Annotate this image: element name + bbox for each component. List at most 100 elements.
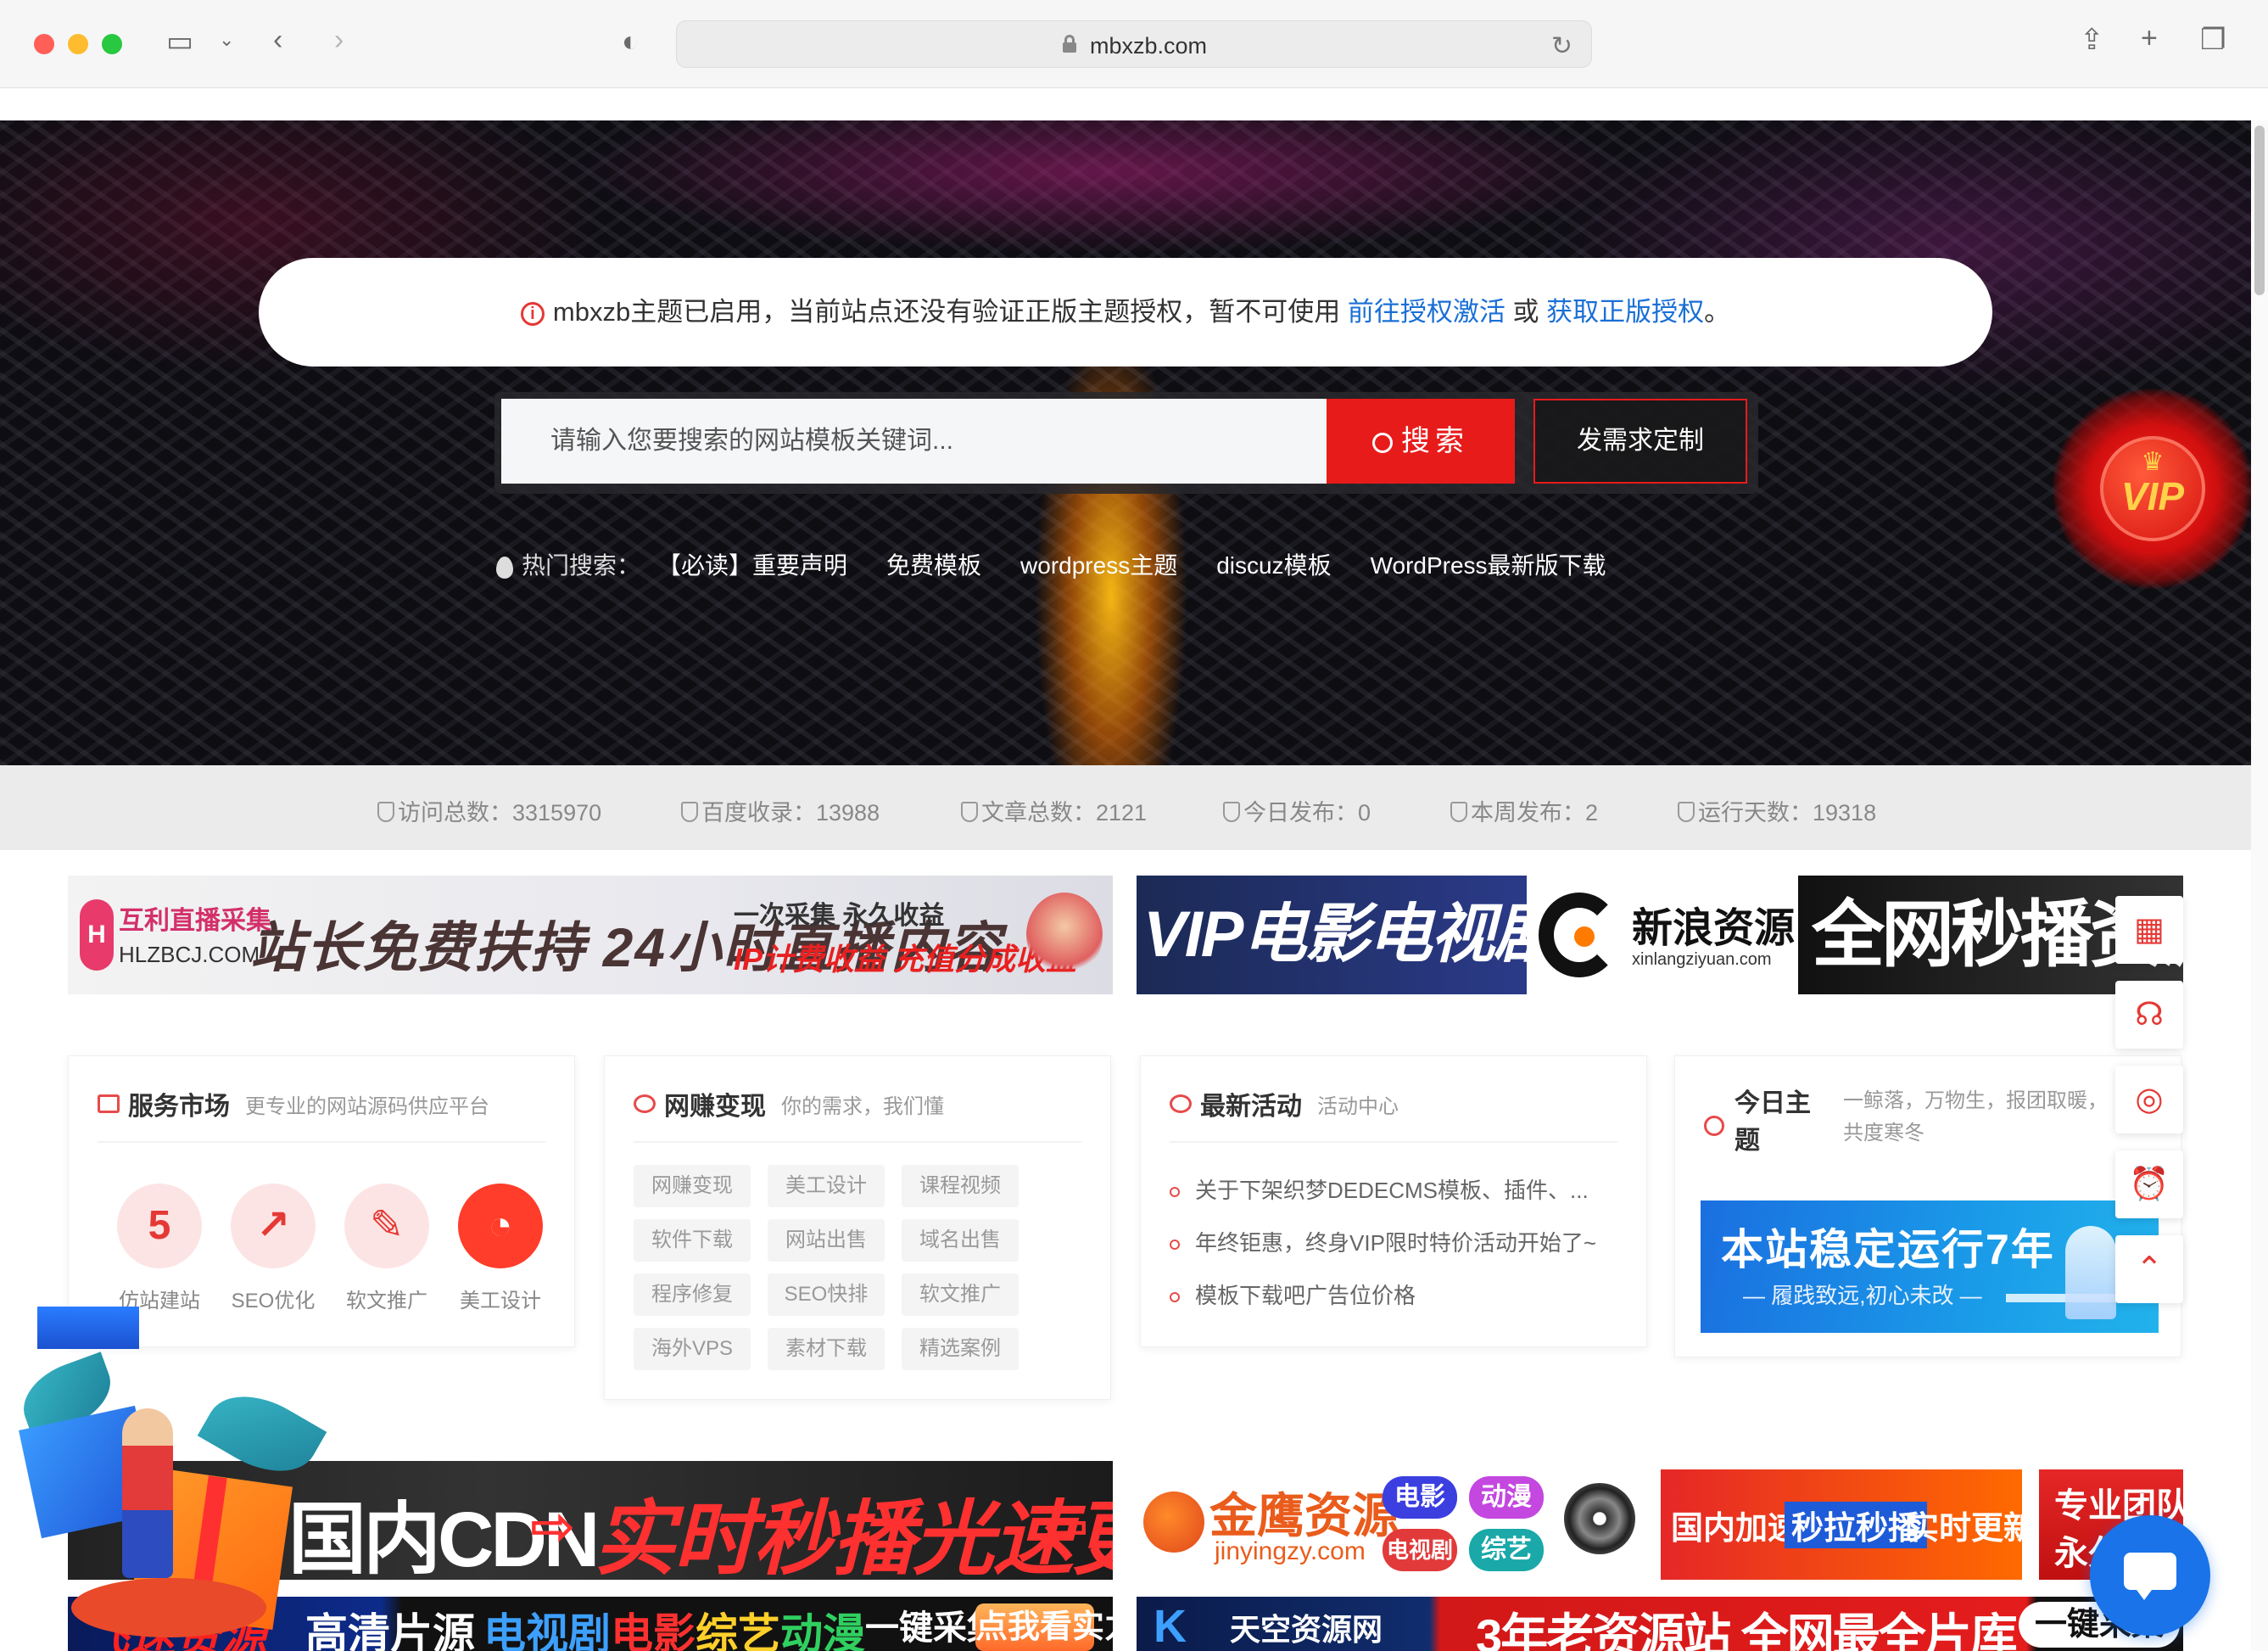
ad-feature: 国内加速 <box>1671 1511 1801 1547</box>
ad-banner-tiankong[interactable]: K 天空资源网 3年老资源站 全网最全片库 一键采集 <box>1137 1597 2183 1651</box>
ad-banner-xinlang[interactable]: VIP电影电视剧欧美剧 新浪资源 xinlangziyuan.com 全网秒播资… <box>1137 876 2183 994</box>
tag[interactable]: 网站出售 <box>768 1219 885 1262</box>
chevron-down-icon[interactable]: ⌄ <box>219 31 234 49</box>
gift-decoration[interactable] <box>12 1307 327 1646</box>
activity-item[interactable]: 模板下载吧广告位价格 <box>1170 1279 1416 1310</box>
tag[interactable]: 课程视频 <box>902 1165 1019 1207</box>
scrollbar-thumb[interactable] <box>2254 126 2265 295</box>
calendar-button[interactable]: ▦ <box>2115 896 2183 964</box>
calendar-icon: ▦ <box>2134 912 2165 948</box>
hot-search-tag[interactable]: 【必读】重要声明 <box>669 552 847 579</box>
forward-icon[interactable]: › <box>334 25 344 54</box>
tag[interactable]: 精选案例 <box>902 1328 1019 1370</box>
bullet-icon <box>1170 1292 1180 1303</box>
url-text: mbxzb.com <box>1090 33 1208 59</box>
card-activity: 最新活动 活动中心 关于下架织梦DEDECMS模板、插件、... 年终钜惠，终身V… <box>1140 1055 1647 1347</box>
search-button[interactable]: 搜索 <box>1327 399 1515 484</box>
lock-icon <box>1063 35 1076 53</box>
ad-feature-strip: 国内加速 秒拉秒播 实时更新 <box>1661 1469 2036 1580</box>
custom-request-button[interactable]: 发需求定制 <box>1533 399 1747 484</box>
new-tab-icon[interactable]: + <box>2141 24 2158 53</box>
service-label: 美工设计 <box>460 1290 541 1312</box>
hero-banner: i mbxzb主题已启用，当前站点还没有验证正版主题授权，暂不可使用 前往授权激活… <box>0 120 2251 765</box>
privacy-shield-icon[interactable]: ◐ <box>622 27 640 56</box>
alarm-button[interactable]: ⏰ <box>2115 1150 2183 1218</box>
tag[interactable]: 程序修复 <box>634 1273 751 1316</box>
tag[interactable]: 软文推广 <box>902 1273 1019 1316</box>
ad-banner-hlzbcj[interactable]: H 互利直播采集 HLZBCJ.COM 站长免费扶持 24小时直播内容 一次采集… <box>68 876 1113 994</box>
tag[interactable]: SEO快排 <box>768 1273 885 1316</box>
promo-illustration <box>2065 1226 2116 1319</box>
license-notice: i mbxzb主题已启用，当前站点还没有验证正版主题授权，暂不可使用 前往授权激活… <box>259 258 1992 367</box>
stat-articles: 文章总数：2121 <box>961 794 1147 827</box>
address-bar[interactable]: mbxzb.com ↻ <box>676 20 1592 68</box>
monitor-icon <box>98 1094 120 1113</box>
activity-item[interactable]: 年终钜惠，终身VIP限时特价活动开始了~ <box>1170 1226 1596 1257</box>
hot-search-tag[interactable]: wordpress主题 <box>1020 552 1177 579</box>
card-today-topic: 今日主题 一鲸落，万物生，报团取暖，共度寒冬 本站稳定运行7年 — 履践致远,初… <box>1674 1055 2181 1357</box>
hot-search-tag[interactable]: 免费模板 <box>886 552 981 579</box>
chat-bubble-tail <box>2134 1587 2154 1600</box>
card-service-market: 服务市场 更专业的网站源码供应平台 5 仿站建站 ↗ SEO优化 ✎ 软文推广 ◔… <box>68 1055 575 1347</box>
activate-license-link[interactable]: 前往授权激活 <box>1348 297 1505 327</box>
service-item-design[interactable]: ◔ 美工设计 <box>454 1184 547 1313</box>
arrow-up-icon: ⌃ <box>2136 1251 2163 1287</box>
hot-search-tag[interactable]: discuz模板 <box>1216 552 1331 579</box>
promo-title: 本站稳定运行7年 <box>1721 1226 2055 1273</box>
close-window-button[interactable] <box>34 34 54 54</box>
hlz-logo: H <box>80 899 114 971</box>
ad-cta-button[interactable]: 点我看实力 <box>975 1603 1113 1651</box>
chat-button[interactable] <box>2090 1515 2210 1636</box>
ad-line2: IP计费收益 充值分成收益 <box>734 942 1077 977</box>
ad-banner-jinying[interactable]: 金鹰资源 jinyingzy.com 电影 动漫 电视剧 综艺 国内加速 秒拉秒… <box>1137 1461 2183 1580</box>
tag[interactable]: 素材下载 <box>768 1328 885 1370</box>
back-icon[interactable]: ‹ <box>273 25 282 54</box>
share-icon[interactable]: ⇪ <box>2080 25 2104 54</box>
search-input[interactable] <box>501 399 1327 484</box>
ad-tag: 综艺 <box>695 1610 780 1651</box>
minimize-window-button[interactable] <box>68 34 88 54</box>
promo-subtitle: — 履践致远,初心未改 — <box>1743 1283 1982 1308</box>
shield-icon <box>961 802 978 822</box>
divider <box>98 1141 545 1143</box>
maximize-window-button[interactable] <box>102 34 122 54</box>
tag[interactable]: 域名出售 <box>902 1219 1019 1262</box>
notice-end: 。 <box>1704 297 1731 327</box>
promo-banner[interactable]: 本站稳定运行7年 — 履践致远,初心未改 — <box>1701 1200 2159 1333</box>
card-title: 今日主题 <box>1735 1089 1811 1155</box>
sidebar-toggle-icon[interactable]: ▭ <box>166 27 193 56</box>
gauge-icon: ◔ <box>488 1203 513 1248</box>
eagle-logo-icon <box>1143 1491 1204 1553</box>
service-item-seo[interactable]: ↗ SEO优化 <box>226 1184 320 1313</box>
ad-decoration <box>1026 893 1103 977</box>
gift-base <box>71 1578 266 1637</box>
ad-line1: 一次采集 永久收益 <box>734 902 945 930</box>
html5-icon: 5 <box>148 1203 171 1248</box>
tag[interactable]: 网赚变现 <box>634 1165 751 1207</box>
get-license-link[interactable]: 获取正版授权 <box>1546 297 1704 327</box>
ad-brand-block: 新浪资源 xinlangziyuan.com <box>1527 876 1798 994</box>
ad-pill: 电视剧 <box>1383 1529 1457 1571</box>
hot-search-tag[interactable]: WordPress最新版下载 <box>1371 552 1606 579</box>
support-button[interactable]: ☊ <box>2115 981 2183 1049</box>
scrollbar[interactable] <box>2251 120 2268 1651</box>
ad-tagline: 实时秒播光速更新 <box>594 1494 1113 1580</box>
xinlang-logo-icon <box>1539 893 1620 977</box>
wechat-button[interactable]: ◎ <box>2115 1066 2183 1133</box>
service-item-soft-article[interactable]: ✎ 软文推广 <box>340 1184 433 1313</box>
notice-text: mbxzb主题已启用，当前站点还没有验证正版主题授权，暂不可使用 <box>552 297 1341 327</box>
tag[interactable]: 美工设计 <box>768 1165 885 1207</box>
vip-badge[interactable]: ♛ VIP <box>2053 389 2251 589</box>
reload-icon[interactable]: ↻ <box>1551 31 1573 61</box>
bullet-icon <box>1170 1240 1180 1251</box>
tab-overview-icon[interactable]: ❐ <box>2200 25 2226 54</box>
ad-pill: 动漫 <box>1469 1476 1544 1519</box>
tag[interactable]: 海外VPS <box>634 1328 751 1370</box>
service-item-clone-site[interactable]: 5 仿站建站 <box>113 1184 206 1313</box>
card-header: 最新活动 活动中心 <box>1170 1085 1617 1128</box>
card-earn: 网赚变现 你的需求，我们懂 网赚变现 美工设计 课程视频 软件下载 网站出售 域名… <box>604 1055 1111 1400</box>
tag[interactable]: 软件下载 <box>634 1219 751 1262</box>
activity-item[interactable]: 关于下架织梦DEDECMS模板、插件、... <box>1170 1173 1589 1205</box>
shield-icon <box>1678 802 1695 822</box>
back-to-top-button[interactable]: ⌃ <box>2115 1235 2183 1303</box>
